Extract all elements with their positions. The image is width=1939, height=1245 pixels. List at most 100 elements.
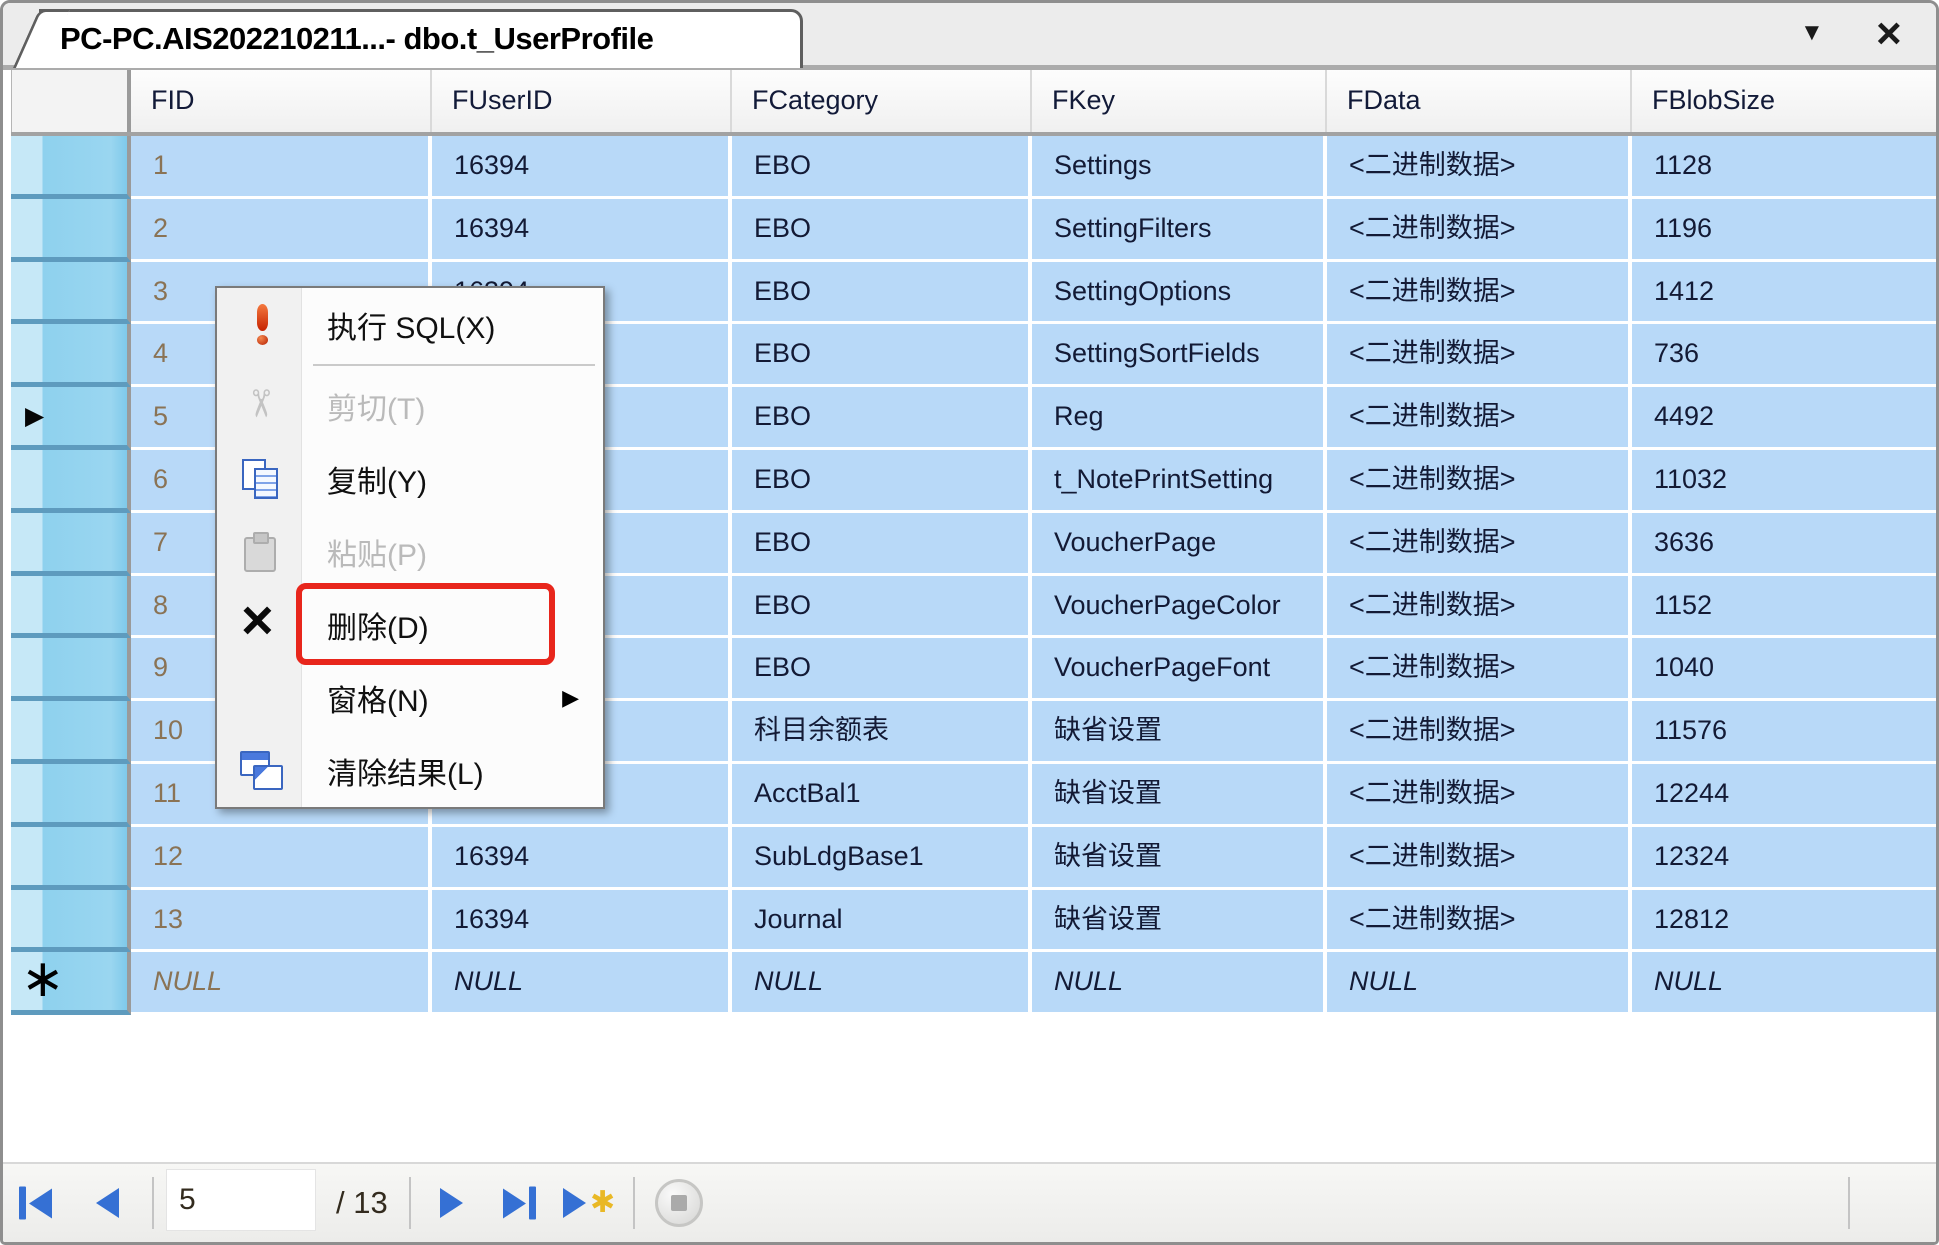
grid-cell[interactable]: 12324 <box>1632 827 1936 890</box>
row-header[interactable] <box>11 890 131 953</box>
first-record-button[interactable] <box>19 1187 52 1220</box>
grid-cell[interactable]: 3636 <box>1632 513 1936 576</box>
column-header-fcategory[interactable]: FCategory <box>732 70 1032 132</box>
menu-item[interactable]: 窗格(N)▶ <box>217 661 603 734</box>
grid-cell[interactable]: <二进制数据> <box>1327 136 1632 199</box>
grid-cell[interactable]: <二进制数据> <box>1327 638 1632 701</box>
grid-cell[interactable]: t_NotePrintSetting <box>1032 450 1327 513</box>
grid-cell[interactable]: <二进制数据> <box>1327 262 1632 325</box>
grid-cell[interactable]: EBO <box>732 387 1032 450</box>
row-header[interactable] <box>11 576 131 639</box>
grid-cell[interactable]: SettingOptions <box>1032 262 1327 325</box>
next-record-button[interactable] <box>440 1188 463 1218</box>
select-all-corner[interactable] <box>11 70 131 132</box>
grid-cell[interactable]: EBO <box>732 136 1032 199</box>
menu-item[interactable]: 删除(D) <box>217 588 603 661</box>
grid-cell[interactable]: 2 <box>131 199 432 262</box>
grid-cell[interactable]: SubLdgBase1 <box>732 827 1032 890</box>
grid-cell[interactable]: 科目余额表 <box>732 701 1032 764</box>
last-record-button[interactable] <box>503 1187 536 1220</box>
grid-cell[interactable]: 缺省设置 <box>1032 701 1327 764</box>
row-header[interactable] <box>11 324 131 387</box>
grid-cell[interactable]: 16394 <box>432 136 732 199</box>
row-header[interactable]: ▶ <box>11 387 131 450</box>
grid-cell[interactable]: SettingFilters <box>1032 199 1327 262</box>
grid-cell[interactable]: AcctBal1 <box>732 764 1032 827</box>
menu-item[interactable]: 清除结果(L) <box>217 734 603 807</box>
grid-cell[interactable]: 11032 <box>1632 450 1936 513</box>
row-header[interactable] <box>11 764 131 827</box>
grid-cell[interactable]: Reg <box>1032 387 1327 450</box>
row-header[interactable] <box>11 827 131 890</box>
grid-cell[interactable]: EBO <box>732 262 1032 325</box>
grid-cell[interactable]: 1152 <box>1632 576 1936 639</box>
grid-cell[interactable]: 11576 <box>1632 701 1936 764</box>
grid-cell[interactable]: NULL <box>1632 952 1936 1015</box>
grid-cell[interactable]: VoucherPageColor <box>1032 576 1327 639</box>
column-header-fblobsize[interactable]: FBlobSize <box>1632 70 1936 132</box>
grid-cell[interactable]: 12244 <box>1632 764 1936 827</box>
grid-cell[interactable]: <二进制数据> <box>1327 764 1632 827</box>
row-header[interactable]: ∗ <box>11 952 131 1015</box>
grid-cell[interactable]: <二进制数据> <box>1327 199 1632 262</box>
grid-cell[interactable]: 1196 <box>1632 199 1936 262</box>
grid-cell[interactable]: <二进制数据> <box>1327 890 1632 953</box>
column-header-fuserid[interactable]: FUserID <box>432 70 732 132</box>
grid-cell[interactable]: SettingSortFields <box>1032 324 1327 387</box>
grid-cell[interactable]: <二进制数据> <box>1327 387 1632 450</box>
grid-cell[interactable]: EBO <box>732 638 1032 701</box>
grid-cell[interactable]: 12 <box>131 827 432 890</box>
grid-cell[interactable]: 12812 <box>1632 890 1936 953</box>
table-row[interactable]: 1316394Journal缺省设置<二进制数据>12812 <box>11 890 1936 953</box>
grid-cell[interactable]: 13 <box>131 890 432 953</box>
grid-cell[interactable]: EBO <box>732 576 1032 639</box>
grid-cell[interactable]: EBO <box>732 450 1032 513</box>
grid-cell[interactable]: 缺省设置 <box>1032 764 1327 827</box>
column-header-fdata[interactable]: FData <box>1327 70 1632 132</box>
grid-cell[interactable]: EBO <box>732 324 1032 387</box>
grid-cell[interactable]: <二进制数据> <box>1327 576 1632 639</box>
grid-cell[interactable]: 缺省设置 <box>1032 890 1327 953</box>
grid-cell[interactable]: 16394 <box>432 827 732 890</box>
grid-cell[interactable]: <二进制数据> <box>1327 450 1632 513</box>
row-header[interactable] <box>11 701 131 764</box>
table-row[interactable]: 1216394SubLdgBase1缺省设置<二进制数据>12324 <box>11 827 1936 890</box>
close-icon[interactable]: × <box>1876 5 1902 63</box>
row-header[interactable] <box>11 136 131 199</box>
grid-cell[interactable]: 736 <box>1632 324 1936 387</box>
tab-result-grid[interactable]: PC-PC.AIS202210211...- dbo.t_UserProfile <box>39 9 803 68</box>
grid-cell[interactable]: 1040 <box>1632 638 1936 701</box>
dropdown-arrow-icon[interactable]: ▼ <box>1800 19 1824 47</box>
grid-cell[interactable]: NULL <box>432 952 732 1015</box>
table-row[interactable]: 116394EBOSettings<二进制数据>1128 <box>11 136 1936 199</box>
grid-cell[interactable]: 16394 <box>432 199 732 262</box>
row-header[interactable] <box>11 450 131 513</box>
menu-item[interactable]: 执行 SQL(X) <box>217 288 603 361</box>
column-header-fid[interactable]: FID <box>131 70 432 132</box>
grid-cell[interactable]: VoucherPage <box>1032 513 1327 576</box>
grid-cell[interactable]: 4492 <box>1632 387 1936 450</box>
grid-cell[interactable]: VoucherPageFont <box>1032 638 1327 701</box>
grid-cell[interactable]: 1 <box>131 136 432 199</box>
previous-record-button[interactable] <box>96 1188 119 1218</box>
grid-cell[interactable]: EBO <box>732 513 1032 576</box>
column-header-fkey[interactable]: FKey <box>1032 70 1327 132</box>
grid-cell[interactable]: <二进制数据> <box>1327 324 1632 387</box>
grid-cell[interactable]: 1128 <box>1632 136 1936 199</box>
menu-item[interactable]: 粘贴(P) <box>217 515 603 588</box>
row-header[interactable] <box>11 262 131 325</box>
menu-item[interactable]: 剪切(T) <box>217 369 603 442</box>
grid-cell[interactable]: EBO <box>732 199 1032 262</box>
grid-cell[interactable]: <二进制数据> <box>1327 701 1632 764</box>
grid-cell[interactable]: 1412 <box>1632 262 1936 325</box>
table-row[interactable]: 216394EBOSettingFilters<二进制数据>1196 <box>11 199 1936 262</box>
menu-item[interactable]: 复制(Y) <box>217 442 603 515</box>
grid-cell[interactable]: <二进制数据> <box>1327 827 1632 890</box>
grid-cell[interactable]: <二进制数据> <box>1327 513 1632 576</box>
grid-cell[interactable]: NULL <box>131 952 432 1015</box>
grid-cell[interactable]: Settings <box>1032 136 1327 199</box>
cancel-query-button[interactable] <box>655 1179 703 1227</box>
grid-cell[interactable]: NULL <box>1327 952 1632 1015</box>
current-record-input[interactable] <box>166 1169 316 1231</box>
grid-cell[interactable]: 缺省设置 <box>1032 827 1327 890</box>
